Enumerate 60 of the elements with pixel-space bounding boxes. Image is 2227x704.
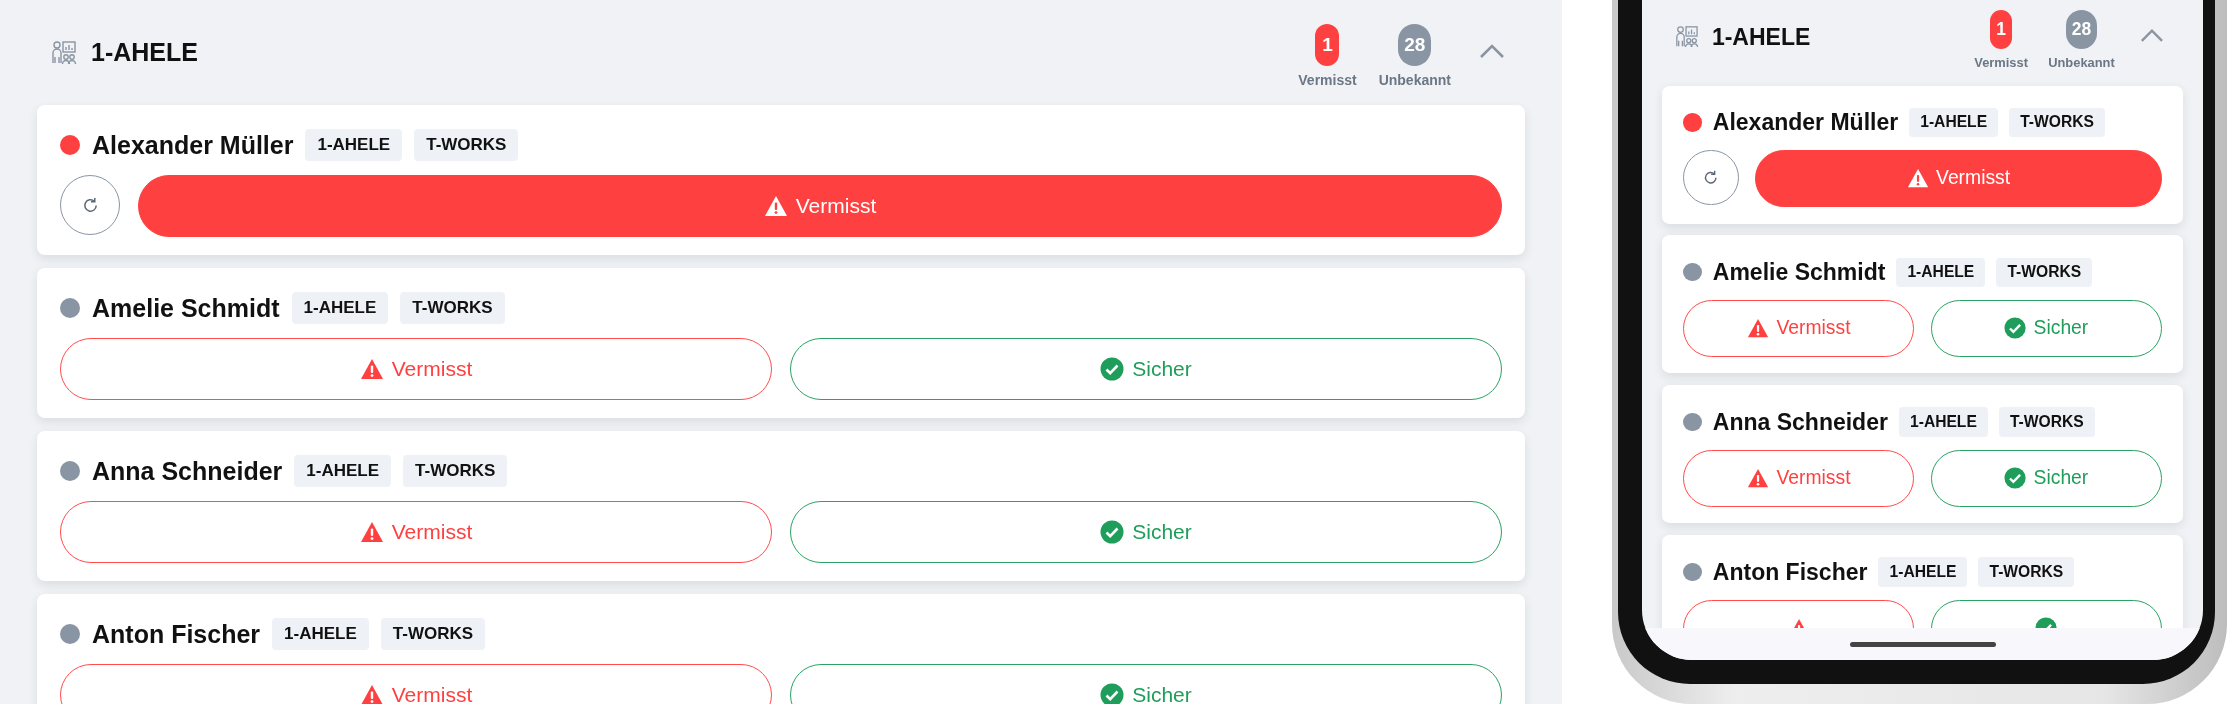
count-label: Unbekannt (2048, 54, 2115, 70)
classroom-icon (51, 39, 77, 66)
warning-icon (1906, 168, 1929, 189)
warning-icon (359, 521, 384, 543)
check-circle-icon (1100, 357, 1125, 381)
group-tag: 1-AHELE (1896, 257, 1986, 287)
safe-button[interactable]: Sicher (1930, 449, 2162, 507)
group-tag: T-WORKS (1996, 257, 2093, 287)
group-tag: T-WORKS (1978, 557, 2075, 587)
person-name: Amelie Schmidt (92, 293, 280, 323)
group-tag: 1-AHELE (1898, 407, 1988, 437)
warning-icon (359, 684, 384, 704)
person-name: Alexander Müller (92, 130, 294, 160)
missing-button[interactable]: Vermisst (60, 338, 772, 400)
person-name: Amelie Schmidt (1712, 258, 1886, 286)
group-tag: 1-AHELE (305, 129, 403, 161)
missing-button[interactable]: Vermisst (60, 501, 772, 563)
group-tag: T-WORKS (403, 455, 508, 487)
person-name: Anna Schneider (1712, 408, 1888, 436)
warning-icon (359, 358, 384, 380)
count-label: Vermisst (1974, 54, 2028, 70)
warning-icon (1747, 318, 1770, 339)
person-name: Anton Fischer (92, 619, 261, 649)
missing-button[interactable]: Vermisst (1755, 149, 2162, 207)
warning-icon (1747, 468, 1770, 489)
group-tag: T-WORKS (2009, 107, 2105, 138)
safe-button[interactable]: Sicher (790, 664, 1502, 704)
group-tag: 1-AHELE (1878, 557, 1968, 587)
check-circle-icon (2004, 467, 2027, 490)
count-label: Unbekannt (1378, 71, 1451, 88)
group-title: 1-AHELE (91, 38, 199, 67)
missing-button[interactable]: Vermisst (1683, 299, 1915, 357)
missing-button[interactable]: Vermisst (138, 175, 1502, 237)
reset-button[interactable] (60, 175, 120, 235)
group-tag: T-WORKS (400, 292, 505, 324)
group-title: 1-AHELE (1711, 23, 1812, 51)
safe-button[interactable]: Sicher (1930, 299, 2162, 357)
classroom-icon (1675, 25, 1699, 50)
count-badge: 28 (1398, 23, 1432, 66)
group-tag: T-WORKS (1998, 407, 2095, 437)
count-badge: 1 (1990, 10, 2013, 50)
check-circle-icon (2004, 317, 2027, 340)
count-badge: 1 (1315, 23, 1340, 66)
group-tag: 1-AHELE (291, 292, 389, 324)
person-name: Anna Schneider (92, 456, 283, 486)
safe-button[interactable]: Sicher (790, 338, 1502, 400)
count-label: Vermisst (1298, 71, 1357, 88)
group-tag: 1-AHELE (1909, 107, 1999, 138)
missing-button[interactable]: Vermisst (60, 664, 772, 704)
missing-button[interactable]: Vermisst (1683, 449, 1915, 507)
group-tag: 1-AHELE (272, 618, 369, 650)
person-name: Alexander Müller (1712, 108, 1899, 136)
person-name: Anton Fischer (1712, 558, 1868, 586)
group-tag: 1-AHELE (294, 455, 392, 487)
safe-button[interactable]: Sicher (790, 501, 1502, 563)
check-circle-icon (1100, 520, 1125, 544)
group-tag: T-WORKS (380, 618, 486, 650)
warning-icon (763, 195, 788, 217)
group-tag: T-WORKS (414, 129, 519, 161)
count-badge: 28 (2066, 10, 2097, 50)
